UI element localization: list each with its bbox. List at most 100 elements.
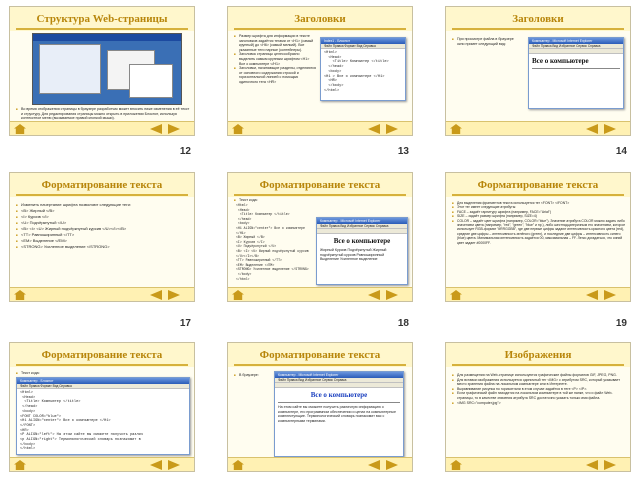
home-icon[interactable]: [232, 124, 244, 134]
prev-arrow-icon[interactable]: [150, 290, 162, 300]
slide-frame: Форматирование текста В браузере: Компью…: [227, 342, 413, 472]
notepad-window: Index1 - Блокнот Файл Правка Формат Вид …: [320, 37, 406, 101]
slide-title: Заголовки: [294, 13, 346, 25]
slide-title: Форматирование текста: [259, 179, 381, 191]
browser-content: Все о компьютере: [529, 54, 623, 72]
slide-frame: Форматирование текста Текст кода: <Html>…: [227, 172, 413, 302]
next-arrow-icon[interactable]: [168, 124, 180, 134]
slide-thumbnail-22[interactable]: Изображения Для размещения на Web-страни…: [445, 342, 631, 472]
nav-bar: [228, 287, 412, 301]
prev-arrow-icon[interactable]: [368, 290, 380, 300]
page-heading: Все о компьютере: [333, 237, 391, 245]
title-underline: [452, 194, 624, 196]
browser-window: Компьютер - Microsoft Internet Explorer …: [316, 217, 408, 285]
slide-title: Структура Web-страницы: [36, 13, 168, 25]
title-underline: [16, 364, 188, 366]
next-arrow-icon[interactable]: [604, 290, 616, 300]
bullet-list: Для размещения на Web-странице использую…: [452, 373, 626, 405]
browser-content: Все о компьютере Жирный Курсив Подчёркну…: [317, 234, 407, 265]
home-icon[interactable]: [14, 290, 26, 300]
slide-thumbnail-19[interactable]: Форматирование текста Для выделения фраг…: [445, 172, 631, 329]
browser-window: Компьютер - Microsoft Internet Explorer …: [274, 371, 404, 457]
notepad-window: Компьютер - Блокнот Файл Правка Формат В…: [16, 377, 190, 455]
slide-frame: Заголовки Размер шрифта для информации в…: [227, 6, 413, 136]
bullet-list: Текст кода:: [234, 198, 314, 203]
next-arrow-icon[interactable]: [386, 290, 398, 300]
bullet-list: Изменить начертание шрифта позволяют сле…: [16, 202, 190, 250]
bullet-item: Заголовок страницы целесообразно выделит…: [234, 52, 316, 66]
code-text: <Html> <Head> <Title> Компьютер </title>…: [20, 391, 143, 452]
bullet-list: Текст кода:: [16, 371, 96, 376]
slide-number: 17: [179, 318, 191, 329]
bullet-item: <STRONG> Усиленное выделение </STRONG>: [16, 244, 190, 250]
slide-title: Форматирование текста: [477, 179, 599, 191]
prev-arrow-icon[interactable]: [586, 290, 598, 300]
nav-bar: [10, 121, 194, 135]
slide-thumbnail-12[interactable]: Структура Web-страницы Во время отображе…: [9, 6, 195, 157]
nav-bar: [10, 287, 194, 301]
prev-arrow-icon[interactable]: [368, 124, 380, 134]
nav-bar: [446, 457, 630, 471]
slide-thumbnail-21[interactable]: Форматирование текста В браузере: Компью…: [227, 342, 413, 472]
bullet-item: Размер шрифта для информации в тексте за…: [234, 34, 316, 52]
code-text: <Html> <Head> <Title> Компьютер </title>…: [236, 203, 309, 281]
next-arrow-icon[interactable]: [386, 124, 398, 134]
slide-number: 12: [179, 146, 191, 157]
home-icon[interactable]: [14, 124, 26, 134]
slide-number: 13: [397, 146, 409, 157]
horizontal-rule: [532, 68, 620, 69]
slide-number: 18: [397, 318, 409, 329]
code-text: <Html> <Head> <Title> Компьютер </title>…: [324, 51, 389, 93]
bullet-item: <IMG SRC="computer.jpg">: [452, 401, 626, 406]
home-icon[interactable]: [232, 290, 244, 300]
bullet-item: Текст кода:: [16, 371, 96, 376]
slide-number: 19: [615, 318, 627, 329]
horizontal-rule: [278, 402, 400, 403]
slide-title: Форматирование текста: [41, 349, 163, 361]
prev-arrow-icon[interactable]: [150, 460, 162, 470]
slide-frame: Форматирование текста Для выделения фраг…: [445, 172, 631, 302]
prev-arrow-icon[interactable]: [586, 460, 598, 470]
slide-title: Форматирование текста: [259, 349, 381, 361]
slide-number: 14: [615, 146, 627, 157]
prev-arrow-icon[interactable]: [368, 460, 380, 470]
slide-title: Форматирование текста: [41, 179, 163, 191]
title-underline: [452, 364, 624, 366]
prev-arrow-icon[interactable]: [150, 124, 162, 134]
slide-thumbnail-18[interactable]: Форматирование текста Текст кода: <Html>…: [227, 172, 413, 329]
home-icon[interactable]: [450, 124, 462, 134]
slide-title: Заголовки: [512, 13, 564, 25]
bullet-item: Если графический файл находится на локал…: [452, 391, 626, 400]
prev-arrow-icon[interactable]: [586, 124, 598, 134]
nav-bar: [446, 287, 630, 301]
next-arrow-icon[interactable]: [168, 460, 180, 470]
bullet-item: В браузере:: [234, 373, 270, 378]
home-icon[interactable]: [232, 460, 244, 470]
slide-thumbnail-13[interactable]: Заголовки Размер шрифта для информации в…: [227, 6, 413, 157]
bullet-list: В браузере:: [234, 373, 270, 378]
bullet-item: Текст кода:: [234, 198, 314, 203]
slide-thumbnail-17[interactable]: Форматирование текста Изменить начертани…: [9, 172, 195, 329]
home-icon[interactable]: [450, 460, 462, 470]
bullet-item: Заголовки, начинающие разделы, отделяютс…: [234, 66, 316, 84]
bullet-list: При просмотре файла в браузере окно прим…: [452, 37, 522, 46]
next-arrow-icon[interactable]: [168, 290, 180, 300]
slide-thumbnail-20[interactable]: Форматирование текста Текст кода: Компью…: [9, 342, 195, 472]
page-heading: Все о компьютере: [532, 57, 589, 65]
bullet-list: Во время отображения страницы в браузере…: [16, 107, 190, 121]
page-body: Жирный Курсив Подчёркнутый Жирный подчёр…: [320, 248, 387, 262]
next-arrow-icon[interactable]: [604, 124, 616, 134]
slide-thumbnail-14[interactable]: Заголовки При просмотре файла в браузере…: [445, 6, 631, 157]
slide-frame: Форматирование текста Изменить начертани…: [9, 172, 195, 302]
nav-bar: [10, 457, 194, 471]
next-arrow-icon[interactable]: [604, 460, 616, 470]
home-icon[interactable]: [14, 460, 26, 470]
next-arrow-icon[interactable]: [386, 460, 398, 470]
title-underline: [234, 364, 406, 366]
bullet-list: Размер шрифта для информации в тексте за…: [234, 34, 316, 85]
slide-frame: Форматирование текста Текст кода: Компью…: [9, 342, 195, 472]
home-icon[interactable]: [450, 290, 462, 300]
slide-frame: Заголовки При просмотре файла в браузере…: [445, 6, 631, 136]
title-underline: [452, 28, 624, 30]
bullet-item: Для вставки изображения используется оди…: [452, 378, 626, 387]
